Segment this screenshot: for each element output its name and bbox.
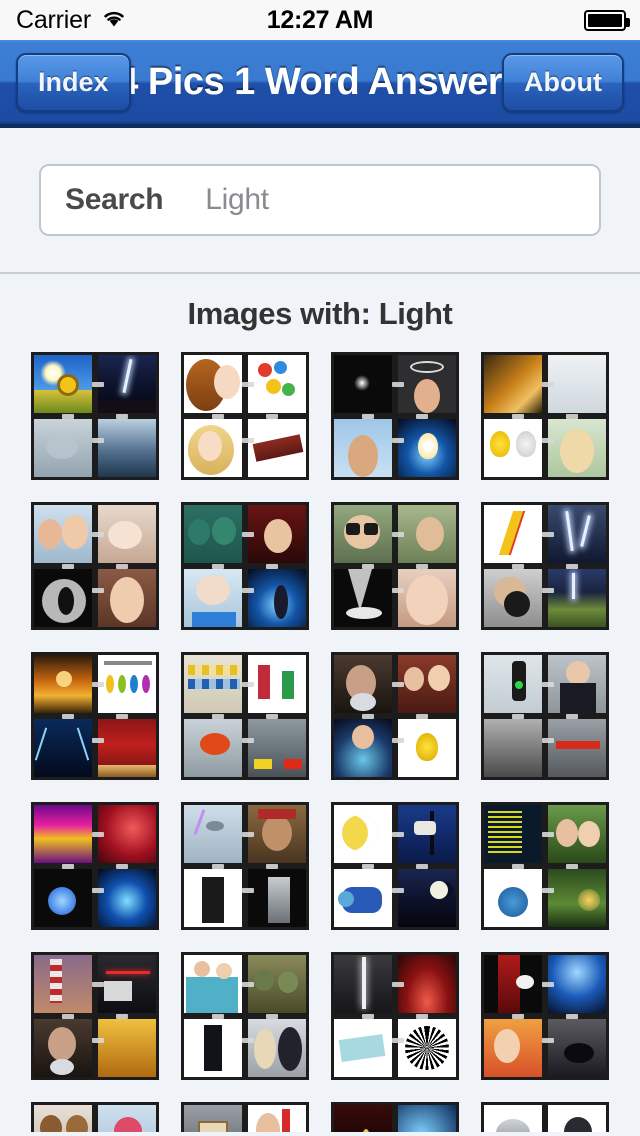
puzzle-thumbnail[interactable]	[331, 952, 459, 1080]
status-time: 12:27 AM	[266, 5, 374, 34]
puzzle-thumbnail[interactable]	[181, 1102, 309, 1132]
puzzle-thumbnail[interactable]	[181, 352, 309, 480]
puzzle-thumbnail[interactable]	[481, 1102, 609, 1132]
search-input[interactable]: Search Light	[39, 164, 601, 236]
search-value: Light	[205, 183, 269, 216]
navigation-bar: 4 Pics 1 Word Answers Index About	[0, 40, 640, 128]
puzzle-thumbnail[interactable]	[481, 502, 609, 630]
puzzle-thumbnail[interactable]	[31, 1102, 159, 1132]
puzzle-thumbnail[interactable]	[181, 502, 309, 630]
puzzle-thumbnail[interactable]	[481, 952, 609, 1080]
puzzle-thumbnail[interactable]	[31, 502, 159, 630]
about-button[interactable]: About	[502, 52, 624, 112]
puzzle-thumbnail[interactable]	[31, 802, 159, 930]
puzzle-thumbnail[interactable]	[181, 802, 309, 930]
puzzle-thumbnail[interactable]	[331, 502, 459, 630]
status-bar: Carrier 12:27 AM	[0, 0, 640, 40]
section-title: Images with: Light	[187, 296, 453, 331]
puzzle-thumbnail[interactable]	[31, 952, 159, 1080]
puzzle-thumbnail[interactable]	[481, 352, 609, 480]
puzzle-thumbnail[interactable]	[181, 952, 309, 1080]
search-area: Search Light	[0, 128, 640, 274]
puzzle-thumbnail[interactable]	[481, 802, 609, 930]
puzzle-thumbnail[interactable]	[181, 652, 309, 780]
puzzle-thumbnail[interactable]	[331, 652, 459, 780]
puzzle-thumbnail[interactable]	[481, 652, 609, 780]
battery-full-icon	[584, 9, 630, 31]
index-button[interactable]: Index	[16, 52, 131, 112]
puzzle-thumbnail[interactable]	[331, 1102, 459, 1132]
puzzle-thumbnail[interactable]	[31, 352, 159, 480]
puzzle-thumbnail[interactable]	[331, 352, 459, 480]
puzzle-thumbnail[interactable]	[331, 802, 459, 930]
puzzle-thumbnail[interactable]	[31, 652, 159, 780]
search-label: Search	[65, 183, 164, 216]
puzzle-grid	[0, 352, 640, 1132]
results-container[interactable]: Images with: Light	[0, 274, 640, 1132]
